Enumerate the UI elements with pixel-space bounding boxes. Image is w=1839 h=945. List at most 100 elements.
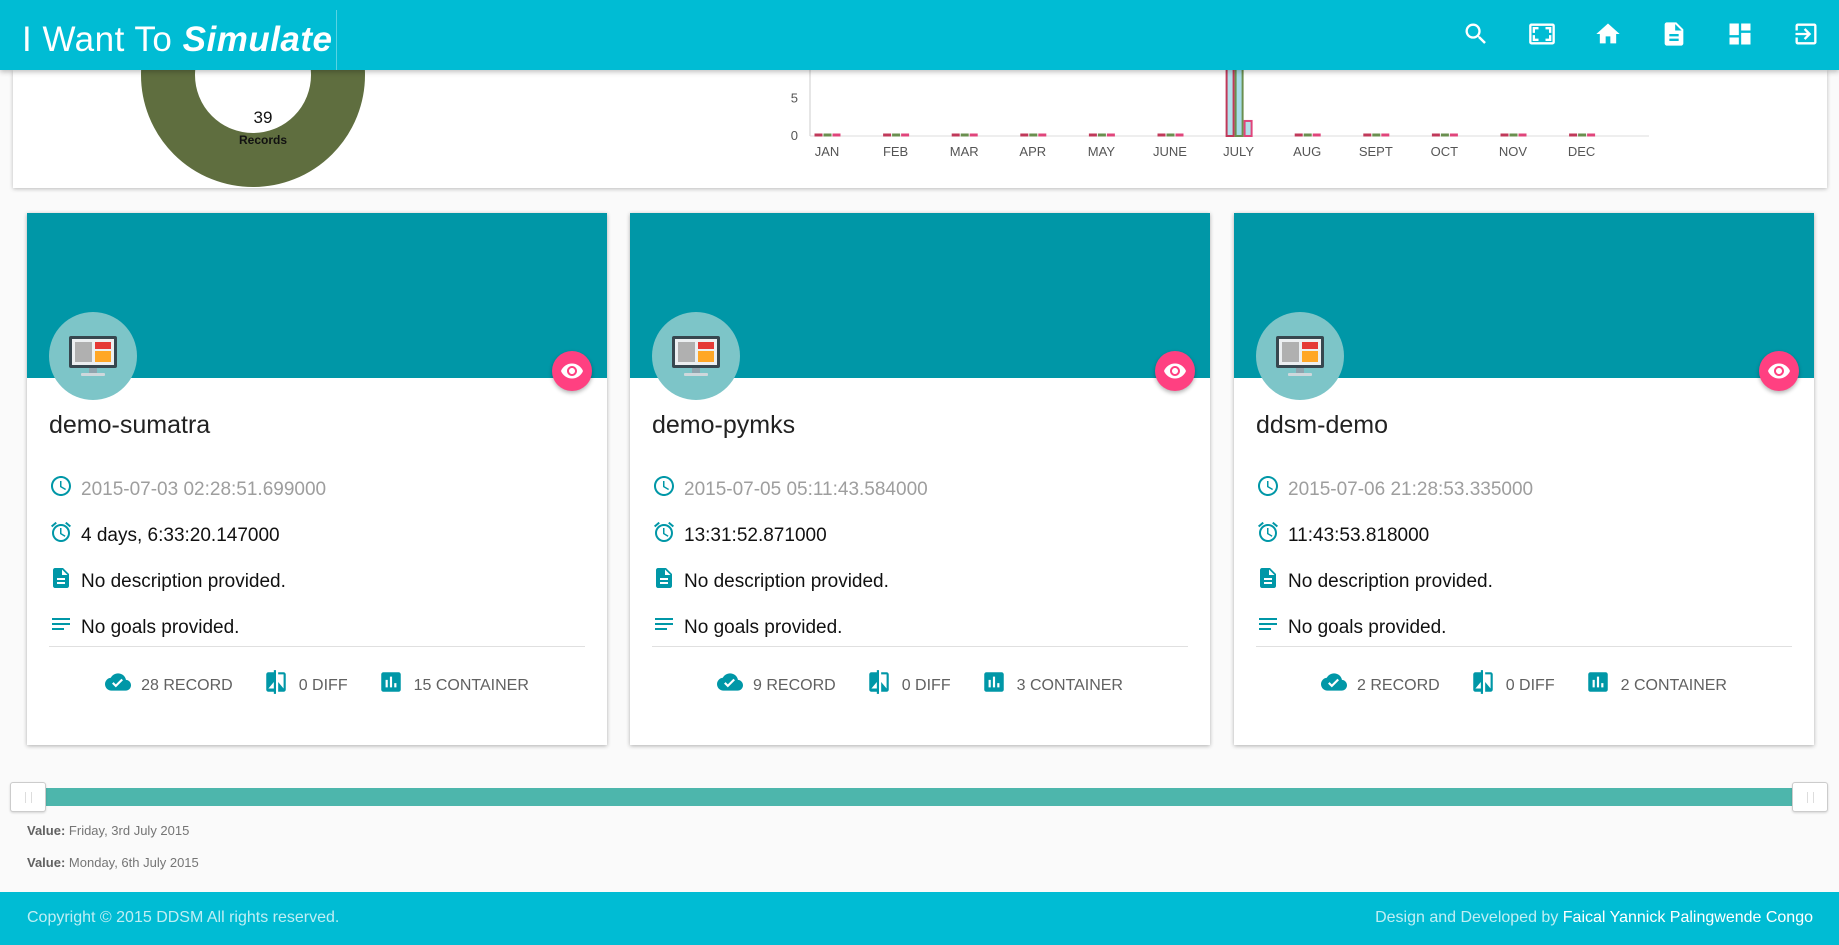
monthly-bar-chart: 0 5 JAN FEB MAR APR MAY JUNE JULY AUG SEPT OCT NOV DE… — [791, 70, 1649, 159]
start-value-text: Friday, 3rd July 2015 — [68, 823, 190, 838]
brand-separator — [336, 10, 337, 70]
card-title[interactable]: ddsm-demo — [1256, 411, 1388, 440]
x-tick-label: JULY — [1223, 144, 1254, 159]
card-duration: 11:43:53.818000 — [1256, 521, 1429, 551]
brand-prefix: I Want To — [22, 20, 173, 59]
view-button[interactable] — [552, 351, 592, 391]
bar-apr-series-2 — [1038, 133, 1047, 137]
record-count: 28 RECORD — [141, 677, 233, 694]
diff-count: 0 DIFF — [1505, 677, 1555, 694]
bar-aug-series-0 — [1294, 133, 1303, 137]
end-value-label: Value: — [27, 855, 66, 870]
bar-apr-series-1 — [1029, 133, 1038, 137]
card-divider — [652, 646, 1188, 647]
record-count: 9 RECORD — [753, 677, 836, 694]
diff-stat[interactable]: 0 DIFF — [263, 670, 348, 699]
x-tick-label: SEPT — [1359, 144, 1393, 159]
diff-count: 0 DIFF — [298, 677, 348, 694]
card-description-text: No description provided. — [684, 571, 889, 592]
bar-mar-series-0 — [951, 133, 960, 137]
eye-icon — [561, 363, 583, 379]
logout-icon[interactable] — [1789, 17, 1823, 51]
card-description-text: No description provided. — [1288, 571, 1493, 592]
slider-handle-end[interactable] — [1792, 782, 1828, 812]
bar-sept-series-0 — [1363, 133, 1372, 137]
start-value: Value: Friday, 3rd July 2015 — [27, 823, 189, 838]
card-divider — [1256, 646, 1792, 647]
x-tick-label: NOV — [1499, 144, 1528, 159]
bar-may-series-2 — [1106, 133, 1115, 137]
home-icon[interactable] — [1591, 17, 1625, 51]
bar-aug-series-1 — [1303, 133, 1312, 137]
view-button[interactable] — [1759, 351, 1799, 391]
bar-june-series-1 — [1166, 133, 1175, 137]
x-tick-label: OCT — [1431, 144, 1459, 159]
view-button[interactable] — [1155, 351, 1195, 391]
container-stat[interactable]: 2 CONTAINER — [1585, 672, 1727, 699]
x-tick-label: AUG — [1293, 144, 1321, 159]
description-icon — [1260, 568, 1276, 588]
clock-icon — [51, 476, 71, 496]
computer-icon — [1256, 312, 1344, 400]
footer-credit-prefix: Design and Developed by — [1375, 909, 1559, 926]
dashboard-icon[interactable] — [1723, 17, 1757, 51]
bar-oct-series-2 — [1449, 133, 1458, 137]
footer-credit-name: Faical Yannick Palingwende Congo — [1562, 909, 1813, 926]
card-duration-text: 11:43:53.818000 — [1288, 525, 1430, 546]
slider-handle-start[interactable] — [10, 782, 46, 812]
record-stat[interactable]: 2 RECORD — [1321, 673, 1440, 699]
alarm-icon — [1258, 521, 1278, 542]
card-title[interactable]: demo-pymks — [652, 411, 795, 440]
card-title[interactable]: demo-sumatra — [49, 411, 210, 440]
x-tick-label: MAR — [950, 144, 979, 159]
brand-emphasis: Simulate — [182, 20, 333, 59]
simulation-card: demo-pymks 2015-07-05 05:11:43.584000 13:3… — [630, 213, 1210, 745]
end-value-text: Monday, 6th July 2015 — [68, 855, 199, 870]
container-count: 15 CONTAINER — [413, 677, 529, 694]
card-goals: No goals provided. — [652, 613, 842, 643]
fullscreen-icon[interactable] — [1525, 17, 1559, 51]
bar-june-series-2 — [1175, 133, 1184, 137]
alarm-icon — [51, 521, 71, 542]
card-date-text: 2015-07-06 21:28:53.335000 — [1288, 479, 1534, 500]
card-date: 2015-07-06 21:28:53.335000 — [1256, 475, 1533, 505]
date-range-slider-track[interactable] — [10, 788, 1828, 806]
document-icon[interactable] — [1657, 17, 1691, 51]
notes-icon — [1259, 618, 1277, 630]
computer-icon — [49, 312, 137, 400]
card-duration: 13:31:52.871000 — [652, 521, 827, 551]
diff-stat[interactable]: 0 DIFF — [1470, 670, 1555, 699]
footer-credit: Design and Developed by Faical Yannick P… — [1375, 909, 1813, 927]
diff-stat[interactable]: 0 DIFF — [866, 670, 951, 699]
card-duration-text: 4 days, 6:33:20.147000 — [81, 525, 280, 546]
bar-sept-series-1 — [1372, 133, 1381, 137]
card-stats: 9 RECORD 0 DIFF 3 CONTAINER — [630, 666, 1210, 706]
bar-july-series-1 — [1234, 70, 1244, 137]
bar-jan-series-0 — [814, 133, 823, 137]
chart-icon — [983, 672, 1004, 692]
start-value-label: Value: — [27, 823, 66, 838]
bar-nov-series-0 — [1500, 133, 1509, 137]
card-description: No description provided. — [49, 567, 286, 597]
card-description: No description provided. — [1256, 567, 1493, 597]
record-stat[interactable]: 28 RECORD — [105, 673, 233, 699]
x-tick-label: APR — [1019, 144, 1046, 159]
bar-may-series-1 — [1097, 133, 1106, 137]
bar-oct-series-0 — [1431, 133, 1440, 137]
container-stat[interactable]: 3 CONTAINER — [981, 672, 1123, 699]
footer-copyright: Copyright © 2015 DDSM All rights reserve… — [27, 909, 340, 926]
bar-oct-series-1 — [1440, 133, 1449, 137]
eye-icon — [1164, 363, 1186, 379]
bar-dec-series-0 — [1569, 133, 1578, 137]
x-tick-label: JUNE — [1153, 144, 1187, 159]
cloud-done-icon — [105, 673, 132, 691]
search-icon[interactable] — [1459, 17, 1493, 51]
record-stat[interactable]: 9 RECORD — [717, 673, 836, 699]
description-icon — [656, 568, 672, 588]
container-stat[interactable]: 15 CONTAINER — [378, 672, 529, 699]
simulation-card: demo-sumatra 2015-07-03 02:28:51.699000 4 … — [27, 213, 607, 745]
brand-title[interactable]: I Want To Simulate — [22, 20, 333, 60]
bar-july-series-0 — [1225, 70, 1235, 137]
bar-june-series-0 — [1157, 133, 1166, 137]
bar-jan-series-2 — [832, 133, 841, 137]
